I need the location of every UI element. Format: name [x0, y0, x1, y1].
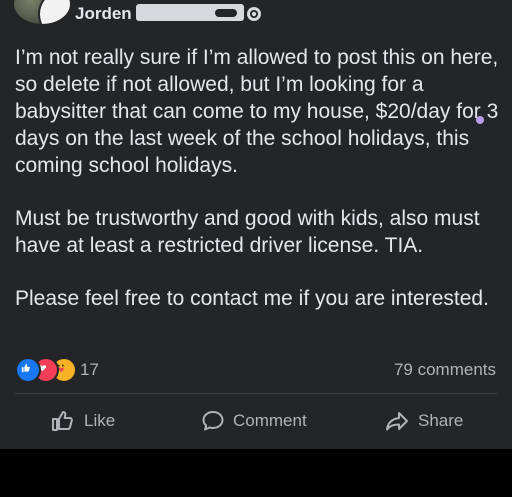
post-body: I’m not really sure if I’m allowed to po…: [15, 44, 503, 338]
divider: [15, 393, 497, 394]
reaction-count: 17: [80, 360, 99, 379]
comment-button[interactable]: Comment: [201, 400, 307, 442]
post-paragraph: I’m not really sure if I’m allowed to po…: [15, 46, 499, 177]
post-header: Jorden: [0, 0, 512, 30]
share-icon: [386, 412, 408, 431]
thumbs-up-icon: [52, 411, 73, 431]
comment-count[interactable]: 79 comments: [394, 360, 496, 380]
like-reaction-icon: [15, 357, 41, 383]
avatar[interactable]: [14, 0, 70, 24]
share-button[interactable]: Share: [384, 400, 463, 442]
post-actions: Like Comment Share: [0, 400, 512, 442]
author-name[interactable]: Jorden: [75, 4, 132, 24]
bottom-bar: [0, 449, 512, 497]
post-card: Jorden I’m not really sure if I’m allowe…: [0, 0, 512, 449]
comment-icon: [202, 411, 224, 431]
redaction-gap: [215, 9, 237, 17]
unread-dot: [476, 116, 484, 124]
share-label: Share: [418, 411, 464, 430]
globe-icon: [247, 7, 261, 21]
like-label: Like: [84, 411, 116, 430]
post-paragraph: Please feel free to contact me if you ar…: [15, 287, 489, 310]
like-button[interactable]: Like: [50, 400, 115, 442]
comment-label: Comment: [233, 411, 307, 430]
post-paragraph: Must be trustworthy and good with kids, …: [15, 207, 480, 257]
